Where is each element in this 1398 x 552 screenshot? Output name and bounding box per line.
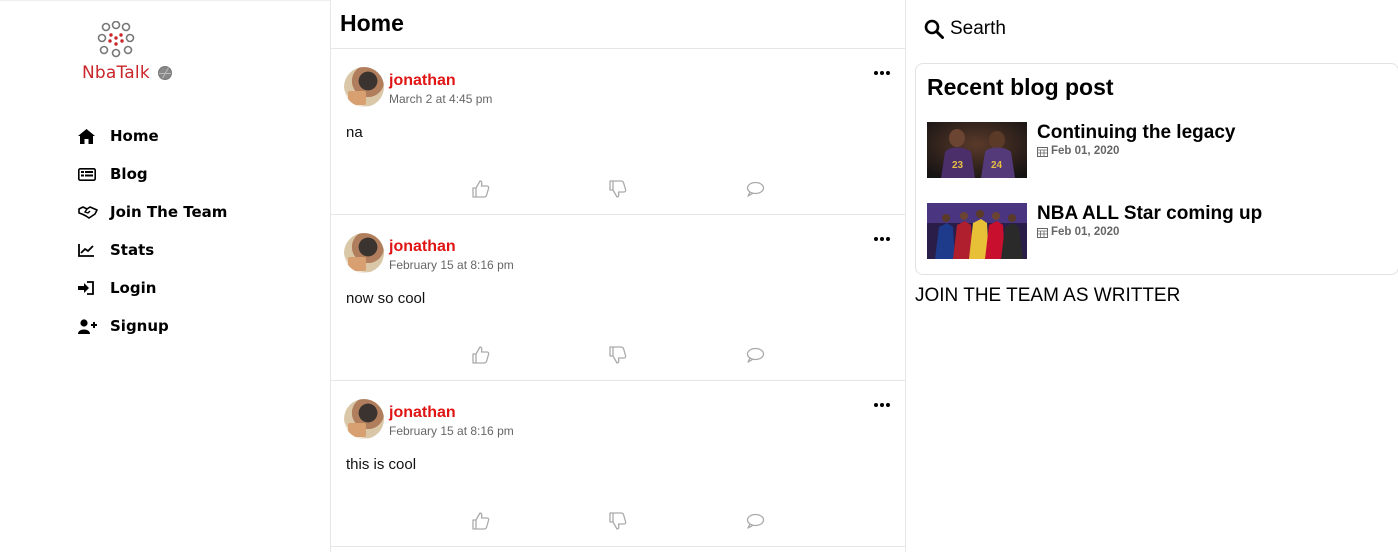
sign-in-icon (78, 280, 100, 296)
search-icon (924, 19, 944, 39)
handshake-icon (78, 204, 100, 220)
search-button[interactable]: Searth (924, 18, 1006, 40)
avatar[interactable] (344, 67, 384, 107)
post-text: now so cool (346, 290, 426, 307)
dislike-icon[interactable] (608, 179, 628, 199)
nav-item-label: Home (110, 127, 159, 145)
post-author[interactable]: jonathan (389, 72, 456, 90)
nav-item-label: Join The Team (110, 203, 228, 221)
like-icon[interactable] (471, 345, 491, 365)
nav-item-label: Login (110, 279, 157, 297)
svg-text:24: 24 (991, 160, 1003, 171)
nav-item-join-the-team[interactable]: Join The Team (78, 193, 227, 231)
dislike-icon[interactable] (608, 511, 628, 531)
blog-date: Feb 01, 2020 (1037, 145, 1119, 157)
like-icon[interactable] (471, 179, 491, 199)
user-plus-icon (78, 318, 100, 334)
calendar-icon (1037, 146, 1048, 157)
post: jonathan February 15 at 8:16 pm now so c… (331, 215, 905, 381)
basketball-icon (158, 66, 172, 80)
more-options-icon[interactable] (874, 403, 890, 409)
more-options-icon[interactable] (874, 71, 890, 77)
post: jonathan March 2 at 4:45 pm na (331, 49, 905, 215)
post: jonathan February 15 at 8:16 pm this is … (331, 381, 905, 547)
post-text: na (346, 124, 363, 141)
comment-icon[interactable] (745, 179, 765, 199)
like-icon[interactable] (471, 511, 491, 531)
nav-item-signup[interactable]: Signup (78, 307, 227, 345)
recent-blog-title: Recent blog post (927, 74, 1114, 100)
blog-icon (78, 166, 100, 182)
post-actions (471, 511, 771, 535)
post-author[interactable]: jonathan (389, 238, 456, 256)
post-date: February 15 at 8:16 pm (389, 258, 514, 272)
blog-date: Feb 01, 2020 (1037, 226, 1119, 238)
post-author[interactable]: jonathan (389, 404, 456, 422)
brand-logo[interactable]: NbaTalk (80, 21, 180, 83)
logo-mark-icon (97, 21, 135, 58)
sidebar: NbaTalk Home Blog Join The Team Stats Lo… (0, 0, 330, 552)
nav-item-label: Stats (110, 241, 155, 259)
home-icon (78, 128, 100, 144)
recent-blog-posts: Recent blog post 23 24 Continuing the le… (915, 63, 1398, 275)
join-the-team-link[interactable]: JOIN THE TEAM AS WRITTER (915, 285, 1180, 307)
nav-item-blog[interactable]: Blog (78, 155, 227, 193)
nav-item-home[interactable]: Home (78, 117, 227, 155)
main-nav: Home Blog Join The Team Stats Login Sign… (78, 117, 227, 345)
page-title: Home (331, 0, 905, 49)
comment-icon[interactable] (745, 511, 765, 531)
blog-date-text: Feb 01, 2020 (1051, 145, 1120, 157)
post-actions (471, 179, 771, 203)
blog-thumbnail (927, 203, 1027, 259)
chart-icon (78, 242, 100, 258)
nav-item-label: Signup (110, 317, 169, 335)
dislike-icon[interactable] (608, 345, 628, 365)
nav-item-login[interactable]: Login (78, 269, 227, 307)
calendar-icon (1037, 227, 1048, 238)
brand-name: NbaTalk (82, 63, 150, 83)
blog-item[interactable]: NBA ALL Star coming up Feb 01, 2020 (927, 203, 1387, 261)
comment-icon[interactable] (745, 345, 765, 365)
post-date: February 15 at 8:16 pm (389, 424, 514, 438)
search-label: Searth (950, 18, 1006, 39)
post-text: this is cool (346, 456, 417, 473)
right-column: Searth Recent blog post 23 24 Continuing… (906, 0, 1398, 552)
blog-item[interactable]: 23 24 Continuing the legacy Feb 01, 2020 (927, 122, 1387, 180)
nav-item-stats[interactable]: Stats (78, 231, 227, 269)
post-actions (471, 345, 771, 369)
blog-title: Continuing the legacy (1037, 122, 1236, 143)
avatar[interactable] (344, 233, 384, 273)
feed: Home jonathan March 2 at 4:45 pm na jona… (330, 0, 906, 552)
svg-text:23: 23 (952, 160, 964, 171)
blog-title: NBA ALL Star coming up (1037, 203, 1263, 224)
more-options-icon[interactable] (874, 237, 890, 243)
blog-date-text: Feb 01, 2020 (1051, 226, 1120, 238)
avatar[interactable] (344, 399, 384, 439)
blog-thumbnail: 23 24 (927, 122, 1027, 178)
nav-item-label: Blog (110, 165, 148, 183)
post-date: March 2 at 4:45 pm (389, 92, 493, 106)
